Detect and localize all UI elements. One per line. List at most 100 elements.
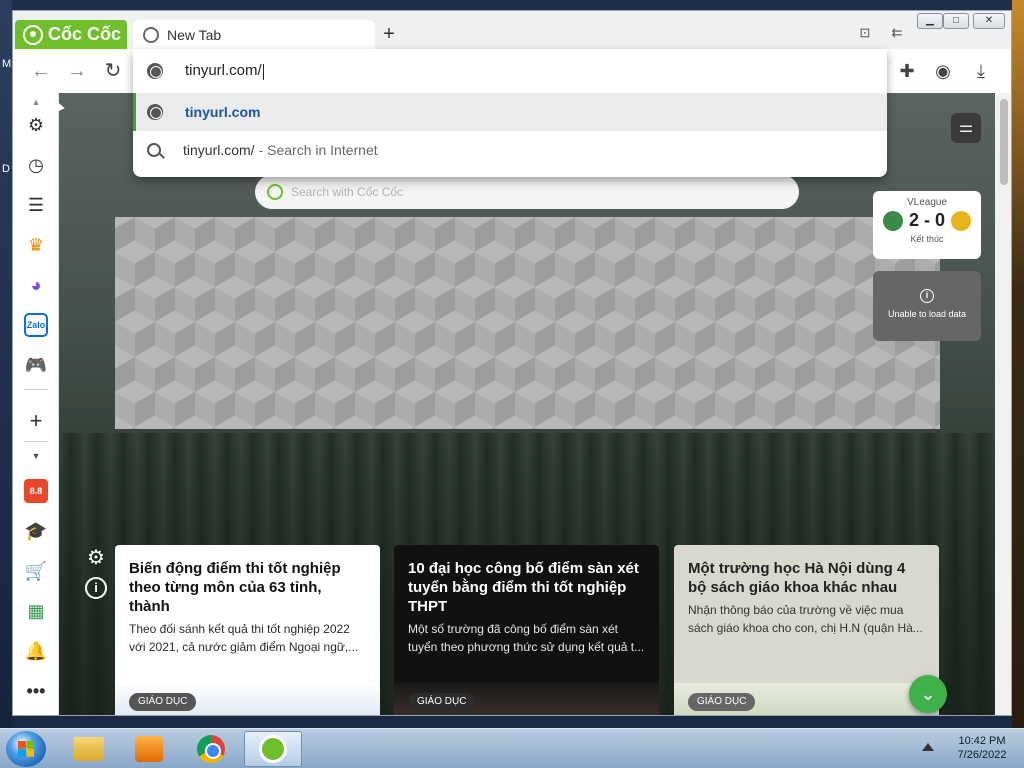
taskbar: 10:42 PM 7/26/2022 bbox=[0, 728, 1024, 768]
customize-icon[interactable]: ⚌ bbox=[951, 113, 981, 143]
forward-button[interactable]: → bbox=[65, 59, 89, 83]
text-caret bbox=[262, 63, 264, 80]
desktop-icon-label-m: M bbox=[2, 58, 12, 70]
game-controller-icon[interactable]: 🎮 bbox=[24, 353, 48, 377]
desktop-icon-label-d: D bbox=[2, 163, 10, 175]
news-tag: GIÁO DỤC bbox=[688, 693, 756, 711]
browser-window: Cốc Cốc New Tab + ⊡ ⇇ ▁ □ ✕ ← → ↻ ✚ ◉ ⤓ … bbox=[12, 10, 1012, 716]
search-icon bbox=[147, 143, 161, 157]
coccoc-menu-button[interactable]: Cốc Cốc bbox=[15, 20, 127, 49]
messenger-icon[interactable]: ◕ bbox=[24, 273, 48, 297]
add-sidebar-item-icon[interactable]: + bbox=[24, 408, 48, 433]
suggestion-subtext: - Search in Internet bbox=[258, 142, 378, 158]
start-button[interactable] bbox=[6, 731, 46, 767]
coccoc-tab-icon bbox=[143, 26, 159, 43]
suggestion-text: tinyurl.com/ bbox=[183, 142, 255, 158]
clock-time: 10:42 PM bbox=[958, 735, 1006, 747]
scroll-down-button[interactable]: ⌄ bbox=[909, 675, 947, 713]
league-name: VLeague bbox=[906, 197, 948, 208]
shopping-cart-icon[interactable]: 🛒 bbox=[24, 559, 48, 583]
system-clock[interactable]: 10:42 PM 7/26/2022 bbox=[946, 734, 1018, 762]
maximize-button[interactable]: □ bbox=[943, 13, 969, 29]
news-desc: Một số trường đã công bố điểm sàn xét tu… bbox=[408, 622, 645, 654]
clock-date: 7/26/2022 bbox=[957, 749, 1007, 761]
info-icon: i bbox=[920, 289, 934, 303]
coccoc-logo-icon bbox=[267, 184, 283, 200]
error-text: Unable to load data bbox=[887, 309, 967, 319]
news-title: 10 đại học công bố điểm sàn xét tuyển bằ… bbox=[408, 560, 639, 615]
news-tag: GIÁO DỤC bbox=[129, 693, 197, 711]
globe-icon bbox=[147, 104, 163, 120]
tab-new-tab[interactable]: New Tab bbox=[133, 20, 375, 49]
more-menu-icon[interactable]: ••• bbox=[24, 679, 48, 703]
chrome-icon bbox=[197, 735, 225, 763]
suggestion-item[interactable]: tinyurl.com/ - Search in Internet bbox=[133, 131, 887, 169]
search-placeholder: Search with Cốc Cốc bbox=[291, 185, 404, 199]
action-center-icon[interactable] bbox=[922, 741, 934, 751]
profile-icon[interactable]: ◉ bbox=[931, 59, 955, 83]
tab-title: New Tab bbox=[167, 26, 222, 43]
score-widget[interactable]: VLeague 2 - 0 Kết thúc bbox=[873, 191, 981, 259]
zalo-icon[interactable]: Zalo bbox=[24, 313, 48, 337]
new-tab-page: ⚌ Search with Cốc Cốc VLeague 2 - 0 Kết … bbox=[59, 93, 995, 715]
search-tabs-icon[interactable]: ⊡ bbox=[855, 25, 875, 43]
newtab-search-box[interactable]: Search with Cốc Cốc bbox=[255, 175, 799, 209]
taskbar-explorer[interactable] bbox=[60, 731, 118, 767]
omnibox-dropdown: tinyurl.com/ tinyurl.com tinyurl.com/ - … bbox=[133, 49, 887, 177]
taskbar-chrome[interactable] bbox=[182, 731, 240, 767]
close-button[interactable]: ✕ bbox=[973, 13, 1005, 29]
reload-button[interactable]: ↻ bbox=[101, 59, 125, 83]
chevron-down-icon[interactable]: ▼ bbox=[24, 449, 48, 463]
address-input[interactable]: tinyurl.com/ bbox=[185, 62, 264, 80]
match-score: 2 - 0 bbox=[908, 210, 946, 230]
media-player-icon bbox=[135, 736, 163, 762]
brand-name: Cốc Cốc bbox=[48, 24, 122, 44]
address-bar[interactable]: tinyurl.com/ bbox=[133, 49, 887, 93]
news-desc: Theo đối sánh kết quả thi tốt nghiệp 202… bbox=[129, 622, 359, 654]
left-sidebar: ▲ ⚙ ◷ ☰ ♛ ◕ Zalo 🎮 + ▼ 8.8 🎓 🛒 ▦ 🔔 ••• bbox=[13, 93, 59, 715]
history-icon[interactable]: ◷ bbox=[24, 153, 48, 177]
sidebar-scroll-up-icon[interactable]: ▲ bbox=[24, 97, 48, 107]
scrollbar-thumb[interactable] bbox=[1000, 99, 1008, 185]
home-team-badge-icon bbox=[882, 210, 903, 231]
settings-icon[interactable]: ⚙ bbox=[24, 113, 48, 137]
extensions-icon[interactable]: ✚ bbox=[895, 59, 919, 83]
sidebar-divider bbox=[24, 441, 48, 442]
sidebar-toggle-icon[interactable]: ⇇ bbox=[887, 25, 907, 43]
error-widget: i Unable to load data bbox=[873, 271, 981, 341]
desktop-right-edge bbox=[1012, 0, 1024, 728]
back-button[interactable]: ← bbox=[29, 59, 53, 83]
suggestion-item[interactable]: tinyurl.com bbox=[133, 93, 887, 131]
tab-bar: Cốc Cốc New Tab + ⊡ ⇇ ▁ □ ✕ bbox=[13, 11, 1011, 49]
taskbar-coccoc[interactable] bbox=[244, 731, 302, 767]
match-status: Kết thúc bbox=[910, 234, 944, 244]
sidebar-divider bbox=[24, 389, 48, 390]
shopee-icon[interactable]: 8.8 bbox=[24, 479, 48, 503]
crown-icon[interactable]: ♛ bbox=[24, 233, 48, 257]
news-card[interactable]: 10 đại học công bố điểm sàn xét tuyển bằ… bbox=[394, 545, 659, 715]
news-settings-icon[interactable]: ⚙ bbox=[85, 547, 107, 569]
reading-list-icon[interactable]: ☰ bbox=[24, 193, 48, 217]
away-team-badge-icon bbox=[951, 210, 972, 231]
globe-icon bbox=[147, 63, 163, 79]
coccoc-icon bbox=[259, 735, 287, 763]
suggestion-text: tinyurl.com bbox=[185, 104, 261, 120]
news-card[interactable]: Biến động điểm thi tốt nghiệp theo từng … bbox=[115, 545, 380, 715]
desktop-top bbox=[0, 0, 1024, 10]
notification-bell-icon[interactable]: 🔔 bbox=[24, 639, 48, 663]
folder-icon bbox=[74, 737, 104, 761]
news-title: Một trường học Hà Nội dùng 4 bộ sách giá… bbox=[688, 560, 906, 596]
spreadsheet-icon[interactable]: ▦ bbox=[24, 599, 48, 623]
download-icon[interactable]: ⤓ bbox=[969, 59, 993, 83]
education-cap-icon[interactable]: 🎓 bbox=[24, 519, 48, 543]
page-scrollbar[interactable] bbox=[995, 93, 1011, 715]
taskbar-media-player[interactable] bbox=[120, 731, 178, 767]
news-tag: GIÁO DỤC bbox=[408, 693, 476, 711]
coccoc-logo-icon bbox=[23, 24, 43, 45]
news-info-icon[interactable]: i bbox=[85, 577, 107, 599]
news-card[interactable]: Một trường học Hà Nội dùng 4 bộ sách giá… bbox=[674, 545, 939, 715]
news-title: Biến động điểm thi tốt nghiệp theo từng … bbox=[129, 560, 341, 615]
new-tab-button[interactable]: + bbox=[377, 23, 401, 47]
desktop-left-edge bbox=[0, 0, 12, 728]
minimize-button[interactable]: ▁ bbox=[917, 13, 943, 29]
